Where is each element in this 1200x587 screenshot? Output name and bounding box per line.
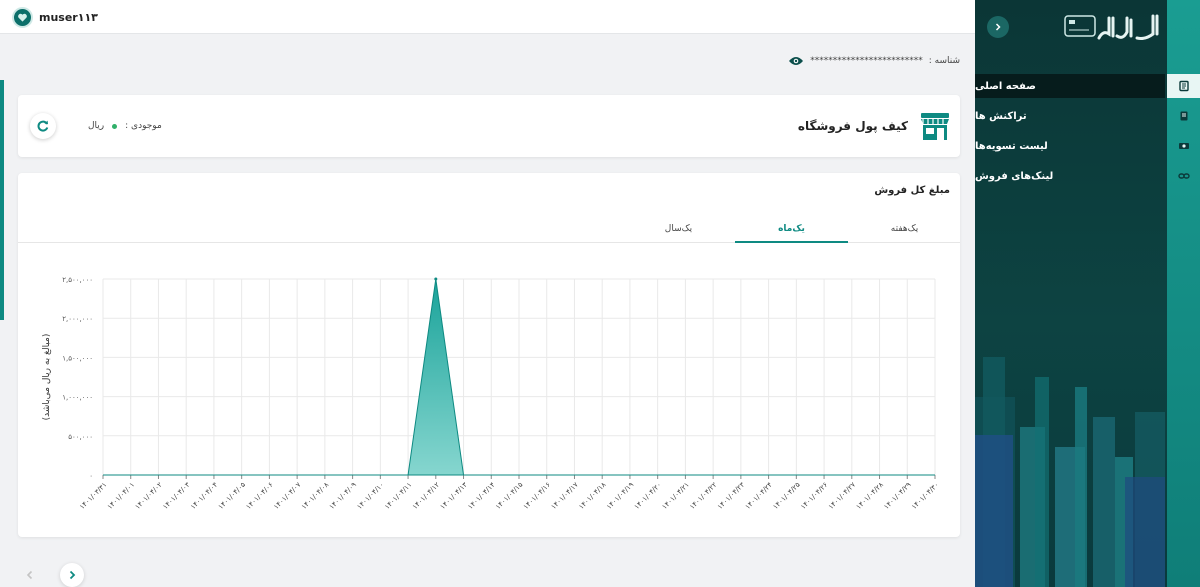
sales-title: مبلغ کل فروش [874, 185, 950, 196]
user-menu[interactable]: muser۱۱۳ [12, 7, 98, 28]
x-tick-label: ۱۴۰۱/۰۴/۲۲ [688, 481, 718, 511]
y-tick-label: ۲,۵۰۰,۰۰۰ [62, 276, 93, 284]
balance-status-dot [112, 123, 118, 129]
y-tick-label: ۵۰۰,۰۰۰ [68, 433, 93, 441]
chevron-right-icon [995, 23, 1001, 31]
period-tabs: یک‌هفته یک‌ماه یک‌سال [18, 217, 960, 243]
x-tick-label: ۱۴۰۱/۰۴/۲۰ [633, 481, 663, 511]
skyline-decoration-icon [975, 357, 1165, 587]
x-tick-label: ۱۴۰۱/۰۴/۳۰ [910, 481, 940, 511]
x-tick-label: ۱۴۰۱/۰۳/۳۱ [78, 481, 108, 511]
x-tick-label: ۱۴۰۱/۰۴/۱۳ [439, 481, 469, 511]
sidebar-icon-settlements[interactable] [1167, 134, 1200, 158]
heart-icon [18, 13, 27, 22]
y-axis-label: (مبالغ به ریال می‌باشد) [42, 334, 52, 421]
sidebar-item-settlements[interactable]: لیست تسویه‌ها [975, 134, 1165, 158]
x-tick-label: ۱۴۰۱/۰۴/۱۸ [577, 481, 607, 511]
data-point [434, 277, 438, 281]
balance-label: موجودی : [125, 121, 162, 131]
x-tick-label: ۱۴۰۱/۰۴/۱۶ [522, 481, 552, 511]
x-tick-label: ۱۴۰۱/۰۴/۱۴ [466, 481, 496, 511]
x-tick-label: ۱۴۰۱/۰۴/۲۹ [882, 481, 912, 511]
x-tick-label: ۱۴۰۱/۰۴/۱۰ [355, 481, 385, 511]
x-tick-label: ۱۴۰۱/۰۴/۲۷ [827, 481, 857, 511]
x-tick-label: ۱۴۰۱/۰۴/۱۷ [550, 481, 580, 511]
prev-page-button[interactable] [18, 563, 42, 587]
eye-icon[interactable] [788, 55, 804, 67]
rayan-pay-logo-icon [1064, 14, 1159, 40]
wallet-card: کیف پول فروشگاه موجودی : ریال [18, 95, 960, 157]
merchant-id-value: ************************* [810, 56, 923, 66]
wallet-title: کیف پول فروشگاه [797, 119, 908, 133]
sidebar-icon-transactions[interactable] [1167, 104, 1200, 128]
sidebar-item-sales-links[interactable]: لینک‌های فروش [975, 164, 1165, 188]
sidebar-item-transactions[interactable]: تراکنش ها [975, 104, 1165, 128]
content-accent-bar [0, 80, 4, 320]
username: muser۱۱۳ [39, 11, 98, 24]
link-icon [1177, 173, 1190, 179]
x-tick-label: ۱۴۰۱/۰۴/۲۴ [744, 481, 774, 511]
x-tick-label: ۱۴۰۱/۰۴/۰۸ [300, 481, 330, 511]
x-tick-label: ۱۴۰۱/۰۴/۰۵ [217, 481, 247, 511]
wallet-balance: موجودی : ریال [88, 121, 162, 131]
x-tick-label: ۱۴۰۱/۰۴/۰۹ [328, 481, 358, 511]
receipt-icon [1180, 111, 1187, 121]
top-bar: muser۱۱۳ [0, 0, 975, 34]
sidebar-icon-home[interactable] [1167, 74, 1200, 98]
tab-week[interactable]: یک‌هفته [848, 217, 961, 243]
x-tick-label: ۱۴۰۱/۰۴/۰۷ [272, 481, 302, 511]
x-tick-label: ۱۴۰۱/۰۴/۰۴ [189, 481, 219, 511]
x-tick-label: ۱۴۰۱/۰۴/۲۵ [771, 481, 801, 511]
x-tick-label: ۱۴۰۱/۰۴/۲۳ [716, 481, 746, 511]
tab-month[interactable]: یک‌ماه [735, 217, 848, 243]
sidebar-item-home[interactable]: صفحه اصلی [975, 74, 1165, 98]
refresh-icon [37, 120, 49, 132]
x-tick-label: ۱۴۰۱/۰۴/۱۲ [411, 481, 441, 511]
x-tick-label: ۱۴۰۱/۰۴/۱۹ [605, 481, 635, 511]
shop-icon [921, 113, 949, 140]
sales-card: مبلغ کل فروش یک‌هفته یک‌ماه یک‌سال ۰ ۵۰۰,… [18, 173, 960, 537]
sidebar-icon-sales-links[interactable] [1167, 164, 1200, 188]
y-tick-label: ۱,۰۰۰,۰۰۰ [62, 394, 93, 402]
x-tick-label: ۱۴۰۱/۰۴/۲۸ [855, 481, 885, 511]
sidebar-collapse-button[interactable] [987, 16, 1009, 38]
balance-currency: ریال [88, 121, 105, 131]
sidebar: صفحه اصلی تراکنش ها لیست تسویه‌ها لینک‌ه… [975, 0, 1200, 587]
x-tick-label: ۱۴۰۱/۰۴/۰۳ [161, 481, 191, 511]
x-tick-label: ۱۴۰۱/۰۴/۰۱ [106, 481, 136, 511]
y-tick-label: ۰ [89, 472, 93, 480]
x-tick-label: ۱۴۰۱/۰۴/۰۶ [245, 481, 275, 511]
x-tick-label: ۱۴۰۱/۰۴/۲۱ [661, 481, 691, 511]
next-page-button[interactable] [60, 563, 84, 587]
chevron-right-icon [69, 570, 76, 580]
pager [18, 563, 84, 587]
merchant-id-label: شناسه : [928, 56, 960, 66]
merchant-id-row: ************************* شناسه : [788, 55, 960, 67]
x-tick-label: ۱۴۰۱/۰۴/۰۲ [134, 481, 164, 511]
y-tick-label: ۲,۰۰۰,۰۰۰ [62, 315, 93, 323]
refresh-button[interactable] [30, 113, 56, 139]
x-tick-label: ۱۴۰۱/۰۴/۱۱ [383, 481, 413, 511]
cash-icon [1178, 143, 1189, 149]
chevron-left-icon [26, 570, 33, 580]
tab-year[interactable]: یک‌سال [622, 217, 735, 243]
x-tick-label: ۱۴۰۱/۰۴/۲۶ [799, 481, 829, 511]
y-tick-label: ۱,۵۰۰,۰۰۰ [62, 354, 93, 362]
avatar[interactable] [12, 7, 33, 28]
sales-chart: ۰ ۵۰۰,۰۰۰ ۱,۰۰۰,۰۰۰ ۱,۵۰۰,۰۰۰ ۲,۰۰۰,۰۰۰ ۲,۵۰۰… [42, 276, 940, 511]
x-tick-label: ۱۴۰۱/۰۴/۱۵ [494, 481, 524, 511]
home-doc-icon [1178, 80, 1189, 92]
